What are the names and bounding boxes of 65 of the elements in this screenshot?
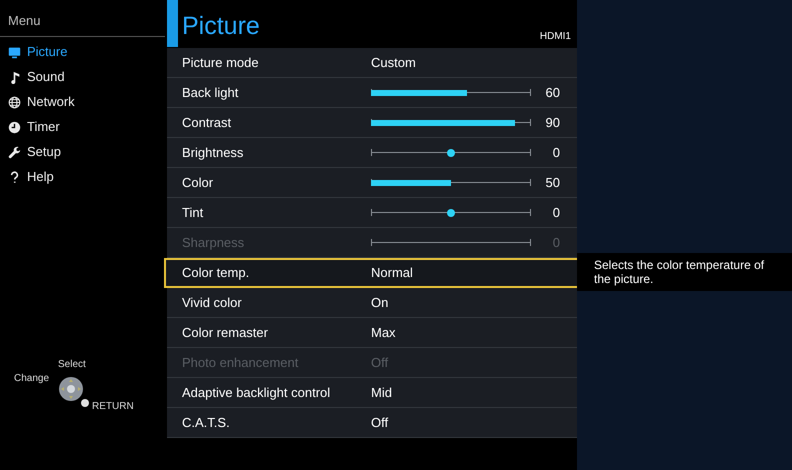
select-hint: Select [58,358,86,372]
settings-row[interactable]: Back light 60 [167,78,577,108]
change-hint: Change [14,372,50,386]
settings-row[interactable]: Brightness 0 [167,138,577,168]
setting-label: Brightness [182,144,244,162]
menu-item[interactable]: Help [8,168,165,186]
settings-row[interactable]: C.A.T.S. Off [167,408,577,438]
help-icon [8,170,21,184]
input-source: HDMI1 [540,30,571,44]
setting-label: Photo enhancement [182,354,300,372]
clock-icon [8,120,21,134]
setting-reading: 0 [552,144,560,162]
setting-value: Max [371,324,396,342]
slider-thumb[interactable] [447,208,455,216]
menu-title: Menu [0,0,165,36]
remote-dpad-icon [59,376,83,400]
setting-label: C.A.T.S. [182,414,231,432]
setting-label: Sharpness [182,234,246,252]
setting-label: Vivid color [182,294,243,312]
setting-label: Color [182,174,214,192]
settings-row[interactable]: Tint 0 [167,198,577,228]
setting-reading: 0 [552,234,560,252]
setting-label: Color remaster [182,324,269,342]
setting-reading: 0 [552,204,560,222]
setting-value: Off [371,414,388,432]
tv-icon [8,46,21,58]
settings-row[interactable]: Color remaster Max [167,318,577,348]
title-accent-bar [167,0,178,47]
menu-item[interactable]: Picture [8,42,165,62]
menu-item[interactable]: Setup [8,142,165,162]
slider[interactable] [371,118,531,128]
slider-thumb[interactable] [447,148,455,156]
return-hint: RETURN [92,400,134,414]
setting-label: Tint [182,204,204,222]
setting-label: Picture mode [182,54,260,72]
panel-title: Picture [182,11,260,42]
settings-row[interactable]: Adaptive backlight control Mid [167,378,577,408]
setting-label: Color temp. [182,264,250,282]
setting-label: Adaptive backlight control [182,384,332,402]
menu-item[interactable]: Network [8,92,165,112]
setting-value: Mid [371,384,392,402]
return-dot-icon [81,398,89,406]
slider[interactable] [371,208,531,218]
help-text: Selects the color temperature of the picture. [577,253,792,291]
setting-reading: 60 [544,84,560,102]
setting-label: Contrast [182,114,232,132]
slider[interactable] [371,178,531,188]
slider[interactable] [371,88,531,98]
setting-value: Off [371,354,388,372]
menu-item[interactable]: Timer [8,118,165,136]
setting-reading: 50 [544,174,560,192]
setting-label: Back light [182,84,240,102]
setting-reading: 90 [544,114,560,132]
slider[interactable] [371,148,531,158]
menu-item[interactable]: Sound [8,68,165,86]
settings-row[interactable]: Contrast 90 [167,108,577,138]
wrench-icon [8,146,21,158]
settings-row[interactable]: Color 50 [167,168,577,198]
settings-row[interactable]: Vivid color On [167,288,577,318]
setting-value: Normal [371,264,413,282]
setting-value: Custom [371,54,416,72]
settings-row[interactable]: Color temp. Normal [164,258,580,288]
setting-value: On [371,294,388,312]
globe-icon [8,96,21,108]
settings-row[interactable]: Picture mode Custom [167,48,577,78]
